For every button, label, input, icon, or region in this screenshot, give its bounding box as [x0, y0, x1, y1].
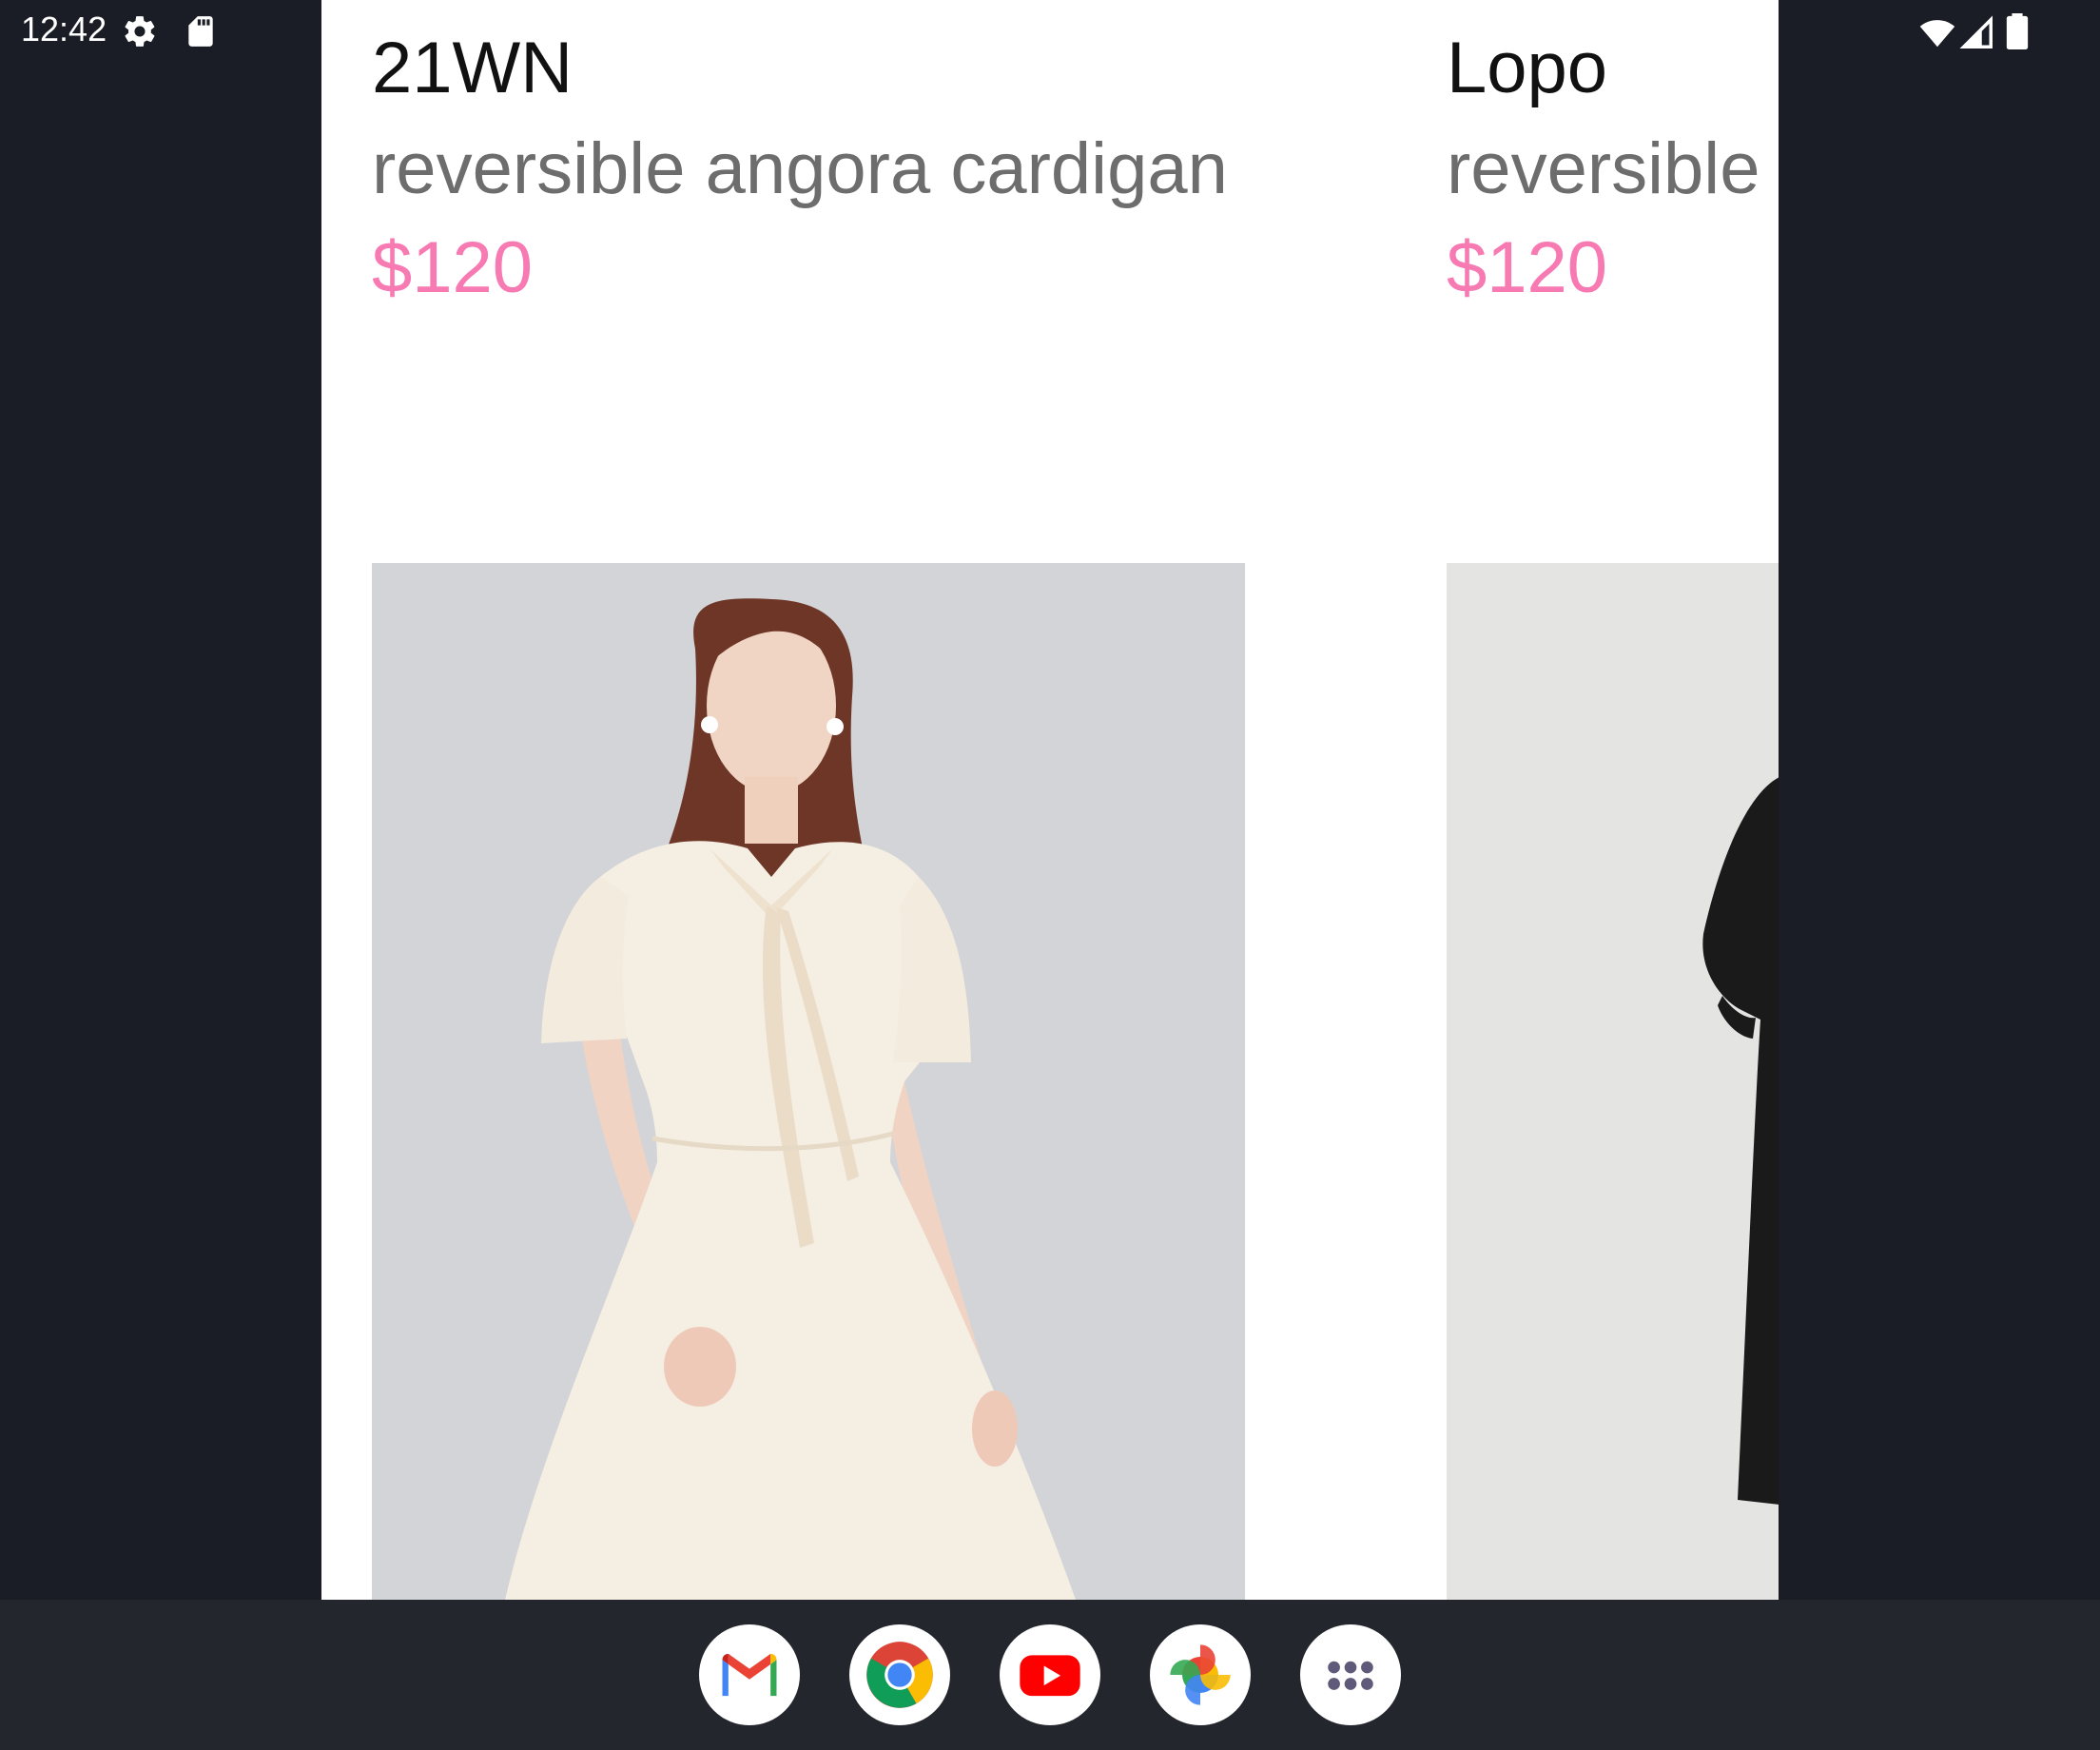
sd-card-icon [183, 13, 219, 49]
product-brand: 21WN [372, 28, 574, 108]
product-image[interactable] [1447, 563, 1779, 1600]
youtube-icon [1020, 1655, 1080, 1697]
gear-icon [122, 13, 158, 49]
status-time: 12:42 [21, 10, 107, 49]
product-image[interactable] [372, 563, 1245, 1600]
battery-icon [2005, 13, 2030, 49]
gmail-app-button[interactable] [699, 1624, 800, 1725]
gmail-icon [722, 1653, 777, 1697]
app-drawer-icon [1328, 1661, 1373, 1690]
product-price: $120 [1447, 227, 1608, 308]
chrome-icon [866, 1642, 933, 1708]
product-brand: Lopo [1447, 28, 1608, 108]
product-name: reversible angora cardigan [372, 128, 1228, 209]
cell-signal-icon [1959, 15, 1995, 51]
product-price: $120 [372, 227, 534, 308]
google-photos-icon [1170, 1644, 1231, 1705]
chrome-app-button[interactable] [849, 1624, 950, 1725]
wifi-icon [1919, 15, 1955, 51]
app-launcher-button[interactable] [1300, 1624, 1401, 1725]
photos-app-button[interactable] [1150, 1624, 1251, 1725]
screen: 12:42 21WN reversible angora cardigan $1… [0, 0, 2100, 1750]
app-window: 21WN reversible angora cardigan $120 Lop… [321, 0, 1779, 1600]
taskbar [0, 1600, 2100, 1750]
product-name: reversible [1447, 128, 1760, 209]
youtube-app-button[interactable] [1000, 1624, 1100, 1725]
